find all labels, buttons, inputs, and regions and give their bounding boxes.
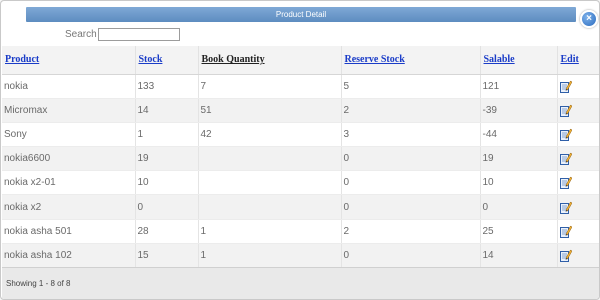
column-header-stock[interactable]: Stock bbox=[135, 46, 199, 75]
product-cell: Micromax bbox=[2, 98, 136, 123]
salable-cell: 19 bbox=[480, 146, 558, 172]
book-quantity-cell bbox=[198, 194, 342, 220]
sort-link-stock[interactable]: Stock bbox=[139, 54, 163, 65]
reserve-stock-cell: 2 bbox=[341, 98, 481, 123]
column-header-reserve-stock[interactable]: Reserve Stock bbox=[341, 46, 481, 75]
reserve-stock-cell: 0 bbox=[341, 146, 481, 172]
edit-pencil-icon[interactable] bbox=[559, 176, 572, 190]
reserve-stock-cell: 0 bbox=[341, 170, 481, 196]
salable-cell: -39 bbox=[480, 98, 558, 123]
product-table: Product Stock Book Quantity Reserve Stoc… bbox=[2, 46, 599, 269]
stock-cell: 19 bbox=[135, 146, 199, 172]
edit-pencil-icon[interactable] bbox=[559, 249, 572, 262]
column-header-edit[interactable]: Edit bbox=[557, 46, 599, 75]
table-row: nokia 133 7 5 121 bbox=[2, 74, 599, 99]
edit-cell bbox=[557, 243, 599, 269]
book-quantity-cell bbox=[198, 170, 342, 196]
edit-cell bbox=[557, 170, 599, 196]
edit-cell bbox=[557, 74, 599, 99]
edit-pencil-icon[interactable] bbox=[559, 225, 572, 238]
stock-cell: 15 bbox=[135, 243, 199, 269]
sort-link-reserve-stock[interactable]: Reserve Stock bbox=[345, 54, 405, 65]
edit-pencil-icon[interactable] bbox=[559, 201, 572, 214]
edit-cell bbox=[557, 146, 599, 172]
book-quantity-cell: 7 bbox=[198, 74, 342, 99]
table-body: nokia 133 7 5 121 Micromax 14 51 2 -39 Sony 1 42 3 -44… bbox=[2, 74, 599, 269]
sort-link-salable[interactable]: Salable bbox=[484, 54, 515, 65]
table-row: nokia x2 0 0 0 bbox=[2, 194, 599, 220]
reserve-stock-cell: 5 bbox=[341, 74, 481, 99]
table-row: nokia asha 102 15 1 0 14 bbox=[2, 243, 599, 269]
reserve-stock-cell: 2 bbox=[341, 219, 481, 244]
product-cell: nokia6600 bbox=[2, 146, 136, 172]
stock-cell: 1 bbox=[135, 122, 199, 148]
reserve-stock-cell: 0 bbox=[341, 243, 481, 269]
reserve-stock-cell: 0 bbox=[341, 194, 481, 220]
book-quantity-cell: 1 bbox=[198, 219, 342, 244]
edit-pencil-icon[interactable] bbox=[559, 104, 572, 117]
edit-cell bbox=[557, 122, 599, 148]
dialog-title: Product Detail bbox=[26, 7, 576, 22]
product-cell: nokia asha 501 bbox=[2, 219, 136, 244]
product-detail-dialog: Product Detail × Search Product Stock Bo… bbox=[0, 0, 600, 300]
search-input[interactable] bbox=[97, 27, 180, 41]
product-cell: Sony bbox=[2, 122, 136, 148]
pagination-status: Showing 1 - 8 of 8 bbox=[6, 279, 71, 288]
stock-cell: 10 bbox=[135, 170, 199, 196]
product-cell: nokia asha 102 bbox=[2, 243, 136, 269]
search-label: Search bbox=[65, 28, 97, 40]
salable-cell: 0 bbox=[480, 194, 558, 220]
salable-cell: 121 bbox=[480, 74, 558, 99]
table-row: Sony 1 42 3 -44 bbox=[2, 122, 599, 148]
stock-cell: 0 bbox=[135, 194, 199, 220]
column-header-book-quantity: Book Quantity bbox=[198, 46, 342, 75]
product-cell: nokia bbox=[2, 74, 136, 99]
search-row: Search bbox=[65, 27, 180, 41]
table-row: nokia x2-01 10 0 10 bbox=[2, 170, 599, 196]
salable-cell: 10 bbox=[480, 170, 558, 196]
edit-pencil-icon[interactable] bbox=[559, 152, 572, 166]
edit-cell bbox=[557, 98, 599, 123]
sort-link-product[interactable]: Product bbox=[5, 54, 39, 65]
book-quantity-cell: 1 bbox=[198, 243, 342, 269]
edit-pencil-icon[interactable] bbox=[559, 80, 572, 93]
column-header-product[interactable]: Product bbox=[2, 46, 136, 75]
book-quantity-cell: 42 bbox=[198, 122, 342, 148]
book-quantity-cell: 51 bbox=[198, 98, 342, 123]
book-quantity-label: Book Quantity bbox=[201, 54, 265, 66]
product-cell: nokia x2 bbox=[2, 194, 136, 220]
salable-cell: 14 bbox=[480, 243, 558, 269]
salable-cell: -44 bbox=[480, 122, 558, 148]
stock-cell: 28 bbox=[135, 219, 199, 244]
salable-cell: 25 bbox=[480, 219, 558, 244]
reserve-stock-cell: 3 bbox=[341, 122, 481, 148]
stock-cell: 14 bbox=[135, 98, 199, 123]
table-header-row: Product Stock Book Quantity Reserve Stoc… bbox=[2, 46, 599, 75]
stock-cell: 133 bbox=[135, 74, 199, 99]
sort-link-edit[interactable]: Edit bbox=[561, 54, 579, 65]
table-row: nokia6600 19 0 19 bbox=[2, 146, 599, 172]
column-header-salable[interactable]: Salable bbox=[480, 46, 558, 75]
edit-cell bbox=[557, 194, 599, 220]
edit-pencil-icon[interactable] bbox=[559, 128, 572, 141]
table-footer: Showing 1 - 8 of 8 bbox=[2, 267, 599, 299]
product-cell: nokia x2-01 bbox=[2, 170, 136, 196]
table-row: nokia asha 501 28 1 2 25 bbox=[2, 219, 599, 244]
close-icon[interactable]: × bbox=[580, 10, 598, 28]
edit-cell bbox=[557, 219, 599, 244]
book-quantity-cell bbox=[198, 146, 342, 172]
table-row: Micromax 14 51 2 -39 bbox=[2, 98, 599, 123]
